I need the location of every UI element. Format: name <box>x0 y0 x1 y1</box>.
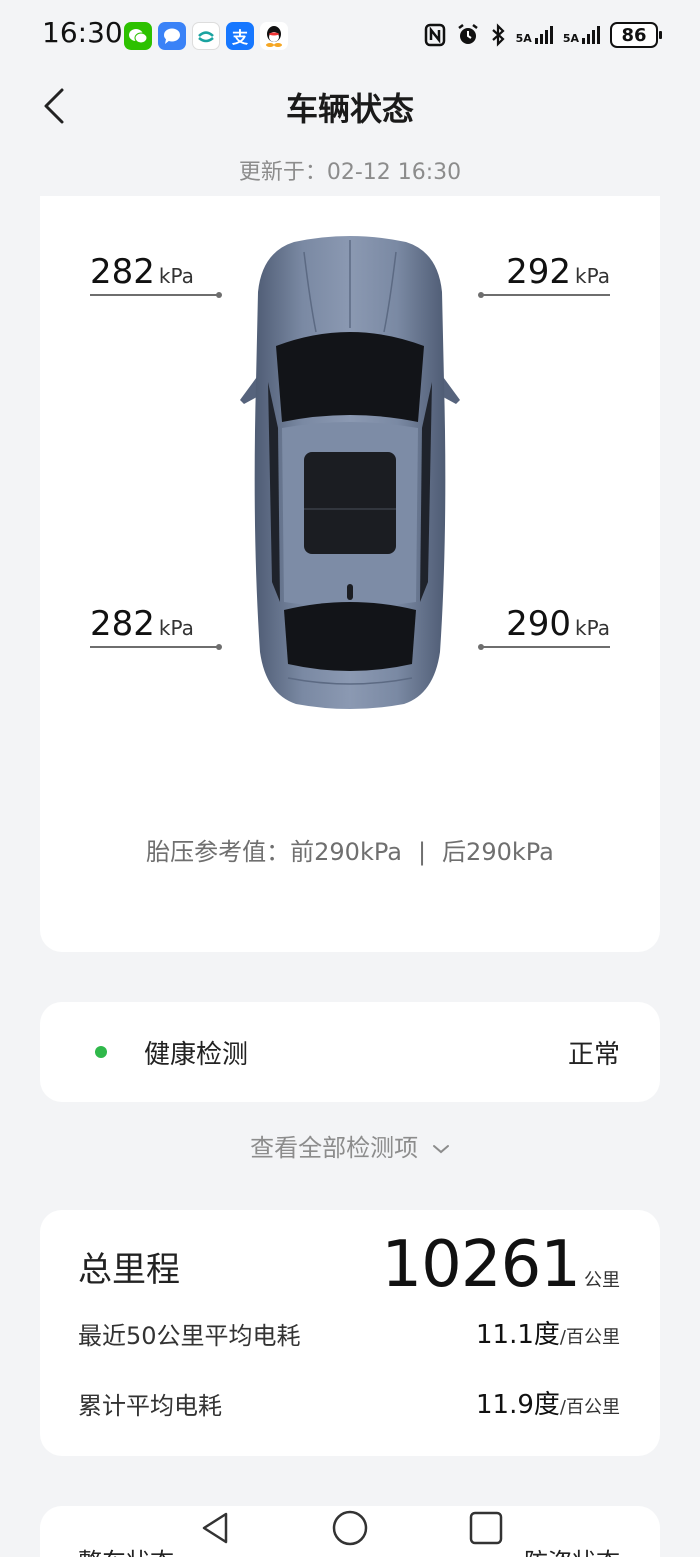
reference-rear: 后290kPa <box>442 838 554 866</box>
mileage-card: 总里程 10261 公里 最近50公里平均电耗 11.1度 /百公里 累计平均电… <box>40 1210 660 1456</box>
tire-front-left: 282 kPa <box>90 252 222 300</box>
tire-rear-left-value: 282 <box>90 604 155 644</box>
tire-front-right: 292 kPa <box>478 252 610 300</box>
reference-separator: | <box>417 838 427 866</box>
health-check-label: 健康检测 <box>144 1040 249 1070</box>
pointer-line <box>90 294 218 296</box>
view-all-label: 查看全部检测项 <box>250 1134 419 1162</box>
china-mobile-icon <box>192 22 220 50</box>
alipay-icon: 支 <box>226 22 254 50</box>
cumulative-consumption-label: 累计平均电耗 <box>78 1392 222 1420</box>
alarm-icon <box>457 24 478 44</box>
health-check-status: 正常 <box>567 1040 620 1070</box>
pointer-line <box>482 294 610 296</box>
updated-time: 更新于：02-12 16:30 <box>238 160 462 185</box>
health-check-card[interactable]: 健康检测 正常 <box>40 1002 660 1102</box>
total-mileage-label: 总里程 <box>78 1250 180 1290</box>
qq-icon <box>260 22 288 50</box>
pointer-dot <box>216 292 222 298</box>
pointer-dot <box>216 644 222 650</box>
notification-icons: 支 <box>124 22 288 50</box>
recent-consumption: 11.1度 /百公里 <box>476 1314 620 1351</box>
cumulative-consumption: 11.9度 /百公里 <box>476 1384 620 1421</box>
pointer-dot <box>478 644 484 650</box>
status-time: 16:30 <box>42 16 123 49</box>
tire-unit: kPa <box>158 264 194 288</box>
nav-recents-icon[interactable] <box>466 1508 506 1548</box>
reference-front: 前290kPa <box>290 838 402 866</box>
tire-rear-right: 290 kPa <box>478 604 610 652</box>
tire-front-left-value: 282 <box>90 252 155 292</box>
tire-unit: kPa <box>158 616 194 640</box>
total-mileage-value: 10261 <box>381 1228 581 1302</box>
status-bar: 16:30 支 5A 5A 86 <box>0 0 700 72</box>
recent-consumption-unit: /百公里 <box>559 1327 620 1348</box>
view-all-checks-link[interactable]: 查看全部检测项 <box>0 1128 700 1163</box>
wechat-icon <box>124 22 152 50</box>
tire-unit: kPa <box>575 616 610 640</box>
bluetooth-icon <box>491 23 505 47</box>
recent-consumption-label: 最近50公里平均电耗 <box>78 1322 301 1350</box>
navigation-bar <box>0 1500 700 1557</box>
system-icons: 5A 5A 86 <box>424 22 662 48</box>
nav-home-icon[interactable] <box>330 1508 370 1548</box>
total-mileage: 10261 公里 <box>381 1228 620 1302</box>
car-top-view-image <box>240 236 460 709</box>
pointer-line <box>482 646 610 648</box>
reference-label: 胎压参考值： <box>146 838 291 866</box>
tire-pressure-card: 282 kPa 292 kPa 282 kPa 290 kPa 胎压参考值：前290kP… <box>40 196 660 952</box>
cumulative-consumption-unit: /百公里 <box>559 1397 620 1418</box>
total-mileage-unit: 公里 <box>584 1270 620 1291</box>
tire-rear-left: 282 kPa <box>90 604 222 652</box>
pointer-dot <box>478 292 484 298</box>
pointer-line <box>90 646 218 648</box>
nav-back-icon[interactable] <box>196 1508 236 1548</box>
chevron-down-icon <box>432 1145 449 1154</box>
cumulative-consumption-value: 11.9度 <box>476 1390 560 1420</box>
tire-unit: kPa <box>575 264 610 288</box>
recent-consumption-value: 11.1度 <box>476 1320 560 1350</box>
vehicle-status-page: 16:30 支 5A 5A 86 车辆状态 更新于：02-12 16:30 28… <box>0 0 700 1557</box>
signal-2-icon: 5A <box>563 26 600 44</box>
nfc-icon <box>424 23 445 47</box>
messages-icon <box>158 22 186 50</box>
page-title: 车辆状态 <box>285 90 414 128</box>
tire-rear-right-value: 290 <box>506 604 571 644</box>
signal-1-icon: 5A <box>516 26 553 44</box>
tire-front-right-value: 292 <box>506 252 571 292</box>
battery-icon: 86 <box>610 22 662 48</box>
status-dot <box>95 1046 107 1058</box>
tire-reference: 胎压参考值：前290kPa | 后290kPa <box>40 832 660 867</box>
